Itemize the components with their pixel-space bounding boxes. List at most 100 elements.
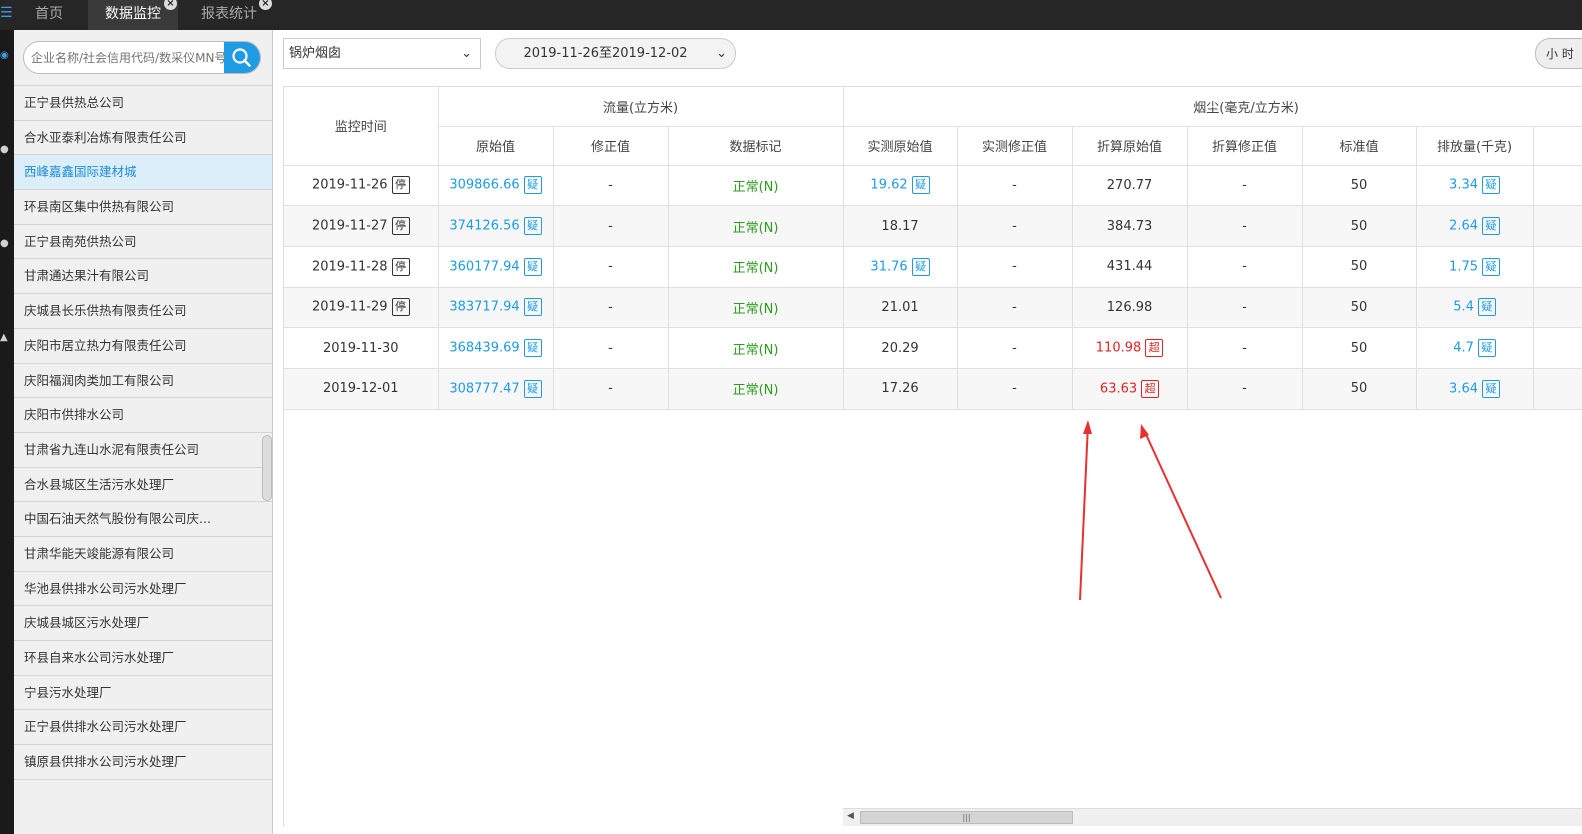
menu-icon[interactable]: ☰ [0, 5, 13, 21]
company-list-item[interactable]: 镇原县供排水公司污水处理厂 [14, 744, 272, 779]
suspect-badge[interactable]: 疑 [523, 379, 542, 398]
company-list-item[interactable]: 正宁县供排水公司污水处理厂 [14, 709, 272, 744]
cell-measured-fixed: - [957, 327, 1073, 369]
suspect-badge[interactable]: 疑 [1482, 379, 1500, 398]
column-header: 排放量(千克) [1416, 126, 1534, 166]
company-list-item[interactable]: 甘肃省九连山水泥有限责任公司 [14, 431, 272, 467]
company-list-item[interactable]: 正宁县南苑供热公司 [14, 223, 272, 259]
suspect-badge[interactable]: 疑 [911, 176, 930, 195]
suspect-badge[interactable]: 疑 [911, 257, 930, 276]
cell-converted-raw-value[interactable]: 110.98 [1096, 341, 1142, 356]
over-limit-badge[interactable]: 超 [1145, 339, 1164, 358]
cell-flow-fixed-value: - [608, 259, 613, 275]
cell-converted-raw-value: 126.98 [1106, 299, 1153, 315]
company-list-item[interactable]: 庆阳市供排水公司 [14, 397, 272, 432]
scroll-left-icon[interactable]: ◀ [847, 811, 854, 821]
cell-converted-raw: 110.98 超 [1072, 327, 1188, 369]
cell-measured-fixed-value: - [1012, 218, 1017, 234]
cell-flow-raw-value[interactable]: 383717.94 [449, 300, 519, 315]
cell-flow-raw: 309866.66 疑 [438, 165, 554, 207]
company-list-item[interactable]: 庆阳福润肉类加工有限公司 [14, 362, 272, 398]
cell-time-value[interactable]: 2019-11-26 [312, 178, 388, 193]
cell-time-value[interactable]: 2019-11-27 [312, 219, 388, 234]
nav-icon-monitor[interactable]: ◉ [0, 50, 12, 61]
cell-standard-value: 50 [1350, 381, 1368, 397]
company-list-item[interactable]: 宁县污水处理厂 [14, 674, 272, 710]
company-list-item[interactable]: 庆阳市居立热力有限责任公司 [14, 327, 272, 363]
company-list-item[interactable]: 中国石油天然气股份有限公司庆... [14, 501, 272, 536]
suspect-badge[interactable]: 疑 [1482, 217, 1500, 236]
over-limit-badge[interactable]: 超 [1141, 379, 1160, 398]
cell-time-value[interactable]: 2019-11-29 [312, 300, 388, 315]
company-list-item[interactable]: 华池县供排水公司污水处理厂 [14, 570, 272, 606]
cell-data-mark-value: 正常(N) [732, 342, 779, 358]
sidebar-collapse-handle[interactable] [262, 435, 272, 501]
horizontal-scrollbar[interactable]: ◀ ||| [843, 808, 1582, 826]
tab-home[interactable]: 首页 [14, 0, 84, 30]
cell-emission-value[interactable]: 4.7 [1453, 341, 1474, 356]
cell-measured-raw-value[interactable]: 19.62 [870, 178, 907, 193]
suspect-badge[interactable]: 疑 [523, 339, 542, 358]
cell-emission-value[interactable]: 1.75 [1449, 259, 1478, 274]
cell-converted-fixed-value: - [1242, 340, 1247, 356]
cell-measured-fixed: - [957, 368, 1073, 410]
cell-emission: 2.64 疑 [1416, 205, 1534, 247]
cell-flow-fixed: - [553, 327, 669, 369]
company-list-item[interactable]: 甘肃华能天竣能源有限公司 [14, 535, 272, 571]
suspect-badge[interactable]: 疑 [1477, 339, 1496, 358]
cell-emission-value[interactable]: 5.4 [1453, 300, 1474, 315]
company-list-item[interactable]: 庆城县长乐供热有限责任公司 [14, 293, 272, 328]
company-list-item[interactable]: 合水县城区生活污水处理厂 [14, 466, 272, 502]
suspect-badge[interactable]: 疑 [523, 217, 542, 236]
table-row: 2019-11-30 368439.69 疑 - 正常(N) 20.29 - 110.98 超 -… [284, 327, 1582, 369]
nav-icon-2[interactable]: ● [0, 238, 12, 249]
search-input[interactable] [24, 42, 224, 73]
cell-standard: 50 [1302, 327, 1417, 369]
suspect-badge[interactable]: 疑 [1477, 298, 1496, 317]
hour-toggle-button[interactable]: 小 时 [1535, 38, 1582, 69]
cell-emission-value[interactable]: 2.64 [1449, 219, 1478, 234]
cell-overflow [1533, 165, 1582, 207]
cell-measured-raw-value[interactable]: 31.76 [870, 259, 907, 274]
company-list-item[interactable]: 环县南区集中供热有限公司 [14, 189, 272, 224]
scrollbar-thumb[interactable]: ||| [860, 811, 1073, 824]
cell-measured-fixed-value: - [1012, 259, 1017, 275]
cell-flow-raw-value[interactable]: 360177.94 [449, 259, 519, 274]
suspect-badge[interactable]: 疑 [523, 298, 542, 317]
company-list-item[interactable]: 合水亚泰利冶炼有限责任公司 [14, 119, 272, 155]
monitor-table-wrap[interactable]: 监控时间 流量(立方米) 烟尘(毫克/立方米) 原始值 修正值 数据标记 实测原始值实… [283, 86, 1582, 826]
cell-emission-value[interactable]: 3.34 [1449, 178, 1478, 193]
cell-data-mark: 正常(N) [668, 246, 844, 288]
cell-converted-fixed: - [1187, 327, 1303, 369]
cell-converted-raw-value[interactable]: 63.63 [1100, 381, 1137, 396]
cell-flow-raw-value[interactable]: 368439.69 [449, 341, 519, 356]
cell-flow-fixed-value: - [608, 177, 613, 193]
suspect-badge[interactable]: 疑 [1482, 257, 1500, 276]
cell-flow-raw-value[interactable]: 308777.47 [449, 381, 519, 396]
nav-icon-1[interactable]: ● [0, 144, 12, 155]
company-list-item[interactable]: 环县自来水公司污水处理厂 [14, 640, 272, 675]
cell-measured-raw: 20.29 [843, 327, 958, 369]
header-group-flow: 流量(立方米) [438, 87, 844, 127]
cell-flow-raw-value[interactable]: 309866.66 [449, 178, 519, 193]
outlet-select[interactable]: 锅炉烟囱 ⌄ [283, 38, 481, 69]
company-list-item[interactable]: 正宁县供热总公司 [14, 85, 272, 120]
company-list-item[interactable]: 甘肃通达果汁有限公司 [14, 258, 272, 293]
suspect-badge[interactable]: 疑 [523, 257, 542, 276]
cell-data-mark: 正常(N) [668, 165, 844, 207]
company-list-item[interactable]: 庆城县城区污水处理厂 [14, 605, 272, 640]
cell-overflow [1533, 205, 1582, 247]
suspect-badge[interactable]: 疑 [523, 176, 542, 195]
cell-converted-fixed-value: - [1242, 381, 1247, 397]
search-button[interactable] [224, 42, 260, 73]
cell-time-value[interactable]: 2019-11-28 [312, 259, 388, 274]
cell-measured-fixed-value: - [1012, 340, 1017, 356]
table-row: 2019-11-26 停 309866.66 疑 - 正常(N) 19.62 疑 - 270.77… [284, 165, 1582, 207]
nav-icon-3[interactable]: ▲ [0, 332, 12, 343]
date-range-picker[interactable]: 2019-11-26至2019-12-02 ⌄ [495, 38, 736, 69]
cell-flow-raw-value[interactable]: 374126.56 [449, 219, 519, 234]
suspect-badge[interactable]: 疑 [1482, 176, 1500, 195]
cell-emission-value[interactable]: 3.64 [1449, 381, 1478, 396]
cell-flow-fixed: - [553, 368, 669, 410]
company-list-item[interactable]: 西峰嘉鑫国际建材城 [14, 154, 272, 190]
